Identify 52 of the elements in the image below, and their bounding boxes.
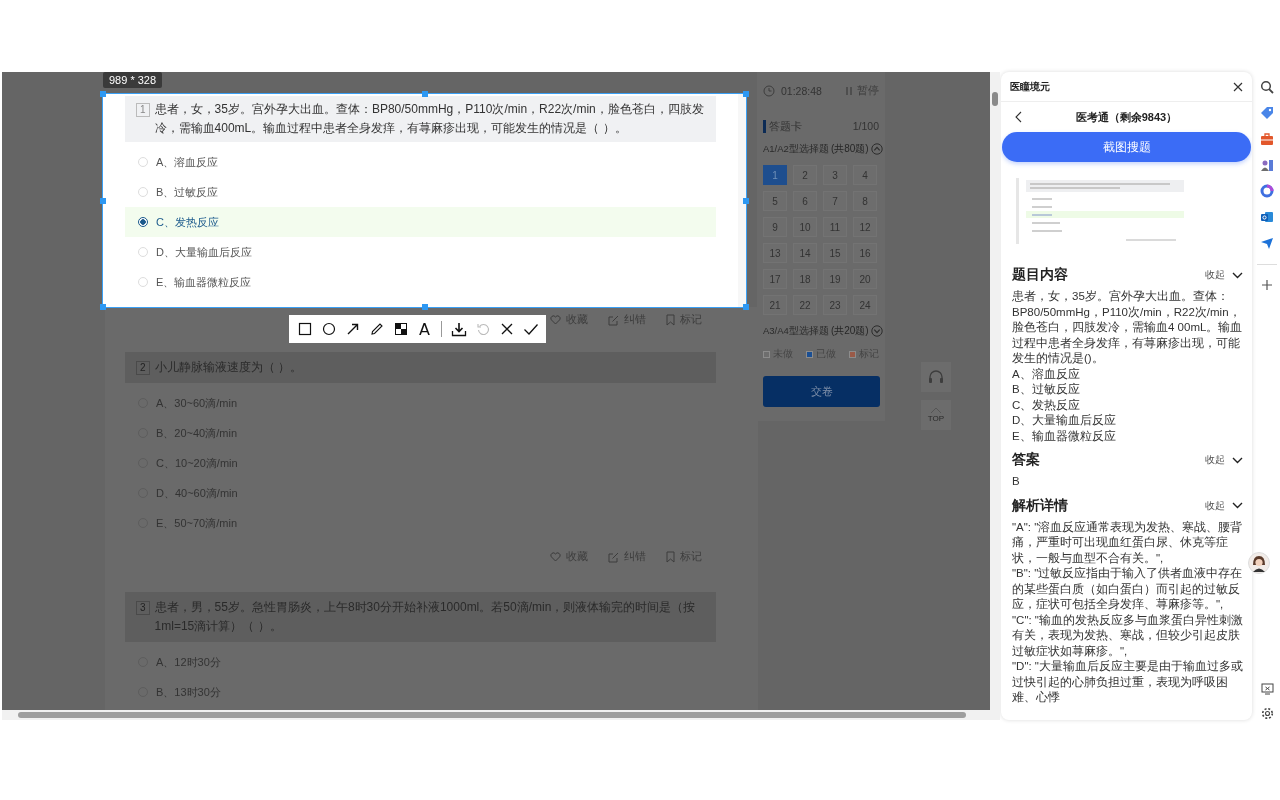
section-heading: 解析详情 [1012,496,1068,515]
answer-option[interactable]: B、过敏反应 [125,177,716,207]
collapse-toggle[interactable]: 收起 [1205,453,1243,467]
section-heading: 答案 [1012,451,1040,469]
question-number-button[interactable]: 12 [853,217,877,237]
panel-text: D、大量输血后反应 [1011,413,1118,428]
panel-subtitle: 医考通（剩余9843） [1074,109,1179,125]
question-number-button[interactable]: 3 [823,165,847,185]
answer-option[interactable]: D、大量输血后反应 [125,237,716,267]
panel-text: "B": "过敏反应指由于输入了供者血液中存在的某些蛋白质（如白蛋白）而引起的过敏反应，症状可包括全身发痒、荨麻疹等。", [1011,566,1244,612]
question-number-button[interactable]: 19 [823,269,847,289]
question-number-button[interactable]: 18 [793,269,817,289]
panel-text: B [1011,474,1021,489]
question-number: 1 [136,103,150,117]
question-number-button[interactable]: 13 [763,243,787,263]
collapse-toggle[interactable]: 收起 [1205,268,1243,282]
size-label: 989 * 328 [103,72,163,88]
question-number-button[interactable]: 1 [763,165,787,185]
question-number-button[interactable]: 11 [823,217,847,237]
question-number-button[interactable]: 23 [823,295,847,315]
collapse-toggle[interactable]: 收起 [1205,498,1243,513]
question-number-button[interactable]: 16 [853,243,877,263]
question-number-button[interactable]: 4 [853,165,877,185]
question-number-button[interactable]: 21 [763,295,787,315]
question-count: (共80题) [830,142,869,156]
question-number-button[interactable]: 22 [793,295,817,315]
panel-text: B、过敏反应 [1011,382,1081,397]
answer-option[interactable]: A、溶血反应 [125,147,716,177]
question-number-button[interactable]: 17 [763,269,787,289]
panel-text: E、输血器微粒反应 [1011,428,1117,444]
answer-option[interactable]: C、发热反应 [125,207,716,237]
panel-text: "C": "输血的发热反应多与血浆蛋白异性刺激有关，表现为发热、寒战，但较少引起皮肤过敏症状如荨麻疹。", [1011,612,1244,659]
submit-button[interactable]: 交卷 [763,376,880,407]
question-text: 患者，女，35岁。宫外孕大出血。查体：BP80/50mmHg，P110次/min，R22次/min，脸色苍白，四肢发冷，需输血400mL。输血过程中患者全身发痒，有荨麻疹出现，可能发生的情况是（ ）。 [154,101,705,137]
screenshot-search-button[interactable]: 截图搜题 [1002,132,1251,162]
text-tool[interactable]: A [414,318,435,340]
question-number-button[interactable]: 20 [853,269,877,289]
panel-text: "A": "溶血反应通常表现为发热、寒战、腰背痛，严重时可出现血红蛋白尿、休克等症状，一般与血型不合有关。", [1011,519,1244,566]
panel-text: C、发热反应 [1011,397,1082,413]
panel-text: "D": "大量输血后反应主要是由于输血过多或过快引起的心肺负担过重，表现为呼吸困难、心悸 [1011,659,1244,705]
answer-option[interactable]: E、输血器微粒反应 [125,267,716,297]
question-number-button[interactable]: 15 [823,243,847,263]
panel-text: A、溶血反应 [1011,366,1081,382]
panel-title: 医瞳境元 [1010,79,1050,94]
question-count: (共20题) [830,324,869,338]
panel-text: 患者，女，35岁。宫外孕大出血。查体：BP80/50mmHg，P110次/min，R22次/min，脸色苍白，四肢发冷，需输血4 00mL。输血过程中患者全身发痒，有荨麻疹出现，可能发生的情况是()。 [1011,289,1244,366]
question-number-button[interactable]: 24 [853,295,877,315]
section-heading: 题目内容 [1012,266,1068,284]
question-number: 3 [136,601,150,615]
question-number-button[interactable]: 14 [793,243,817,263]
question-number-button[interactable]: 10 [793,217,817,237]
question-number-button[interactable]: 8 [853,191,877,211]
